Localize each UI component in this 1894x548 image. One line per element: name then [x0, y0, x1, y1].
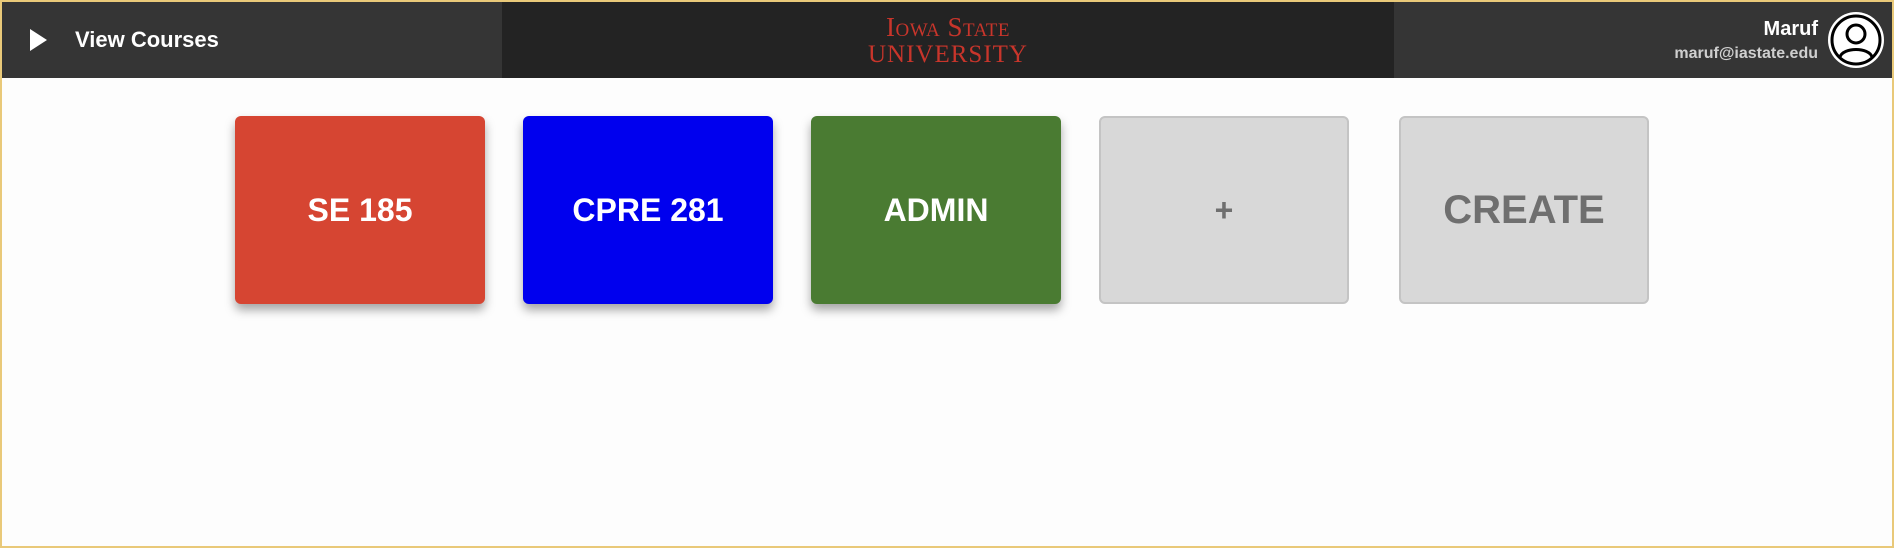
logo-line-1: Iowa State: [886, 11, 1010, 42]
view-courses-toggle[interactable]: View Courses: [2, 2, 502, 78]
create-course-label: CREATE: [1443, 187, 1605, 232]
view-courses-label: View Courses: [75, 27, 219, 52]
course-tile-label: CPRE 281: [572, 191, 724, 228]
course-tile-admin[interactable]: ADMIN: [811, 116, 1061, 304]
user-avatar-icon[interactable]: [1828, 12, 1884, 68]
header-logo-area: Iowa State University: [502, 2, 1394, 78]
top-header: View Courses Iowa State University Maruf…: [2, 2, 1892, 78]
user-panel: Maruf maruf@iastate.edu: [1394, 2, 1892, 78]
create-course-button[interactable]: CREATE: [1399, 116, 1649, 304]
logo-line-2: University: [868, 40, 1028, 68]
course-tile-se-185[interactable]: SE 185: [235, 116, 485, 304]
play-icon: [30, 29, 47, 51]
course-tile-label: ADMIN: [883, 191, 989, 228]
user-info: Maruf maruf@iastate.edu: [1674, 18, 1818, 63]
course-tile-label: SE 185: [307, 191, 413, 228]
add-course-label: +: [1214, 191, 1234, 228]
user-name: Maruf: [1763, 17, 1818, 40]
app-frame: View Courses Iowa State University Maruf…: [0, 0, 1894, 548]
course-tile-cpre-281[interactable]: CPRE 281: [523, 116, 773, 304]
user-email: maruf@iastate.edu: [1674, 44, 1818, 62]
iowa-state-logo: Iowa State University: [868, 11, 1028, 68]
add-course-button[interactable]: +: [1099, 116, 1349, 304]
